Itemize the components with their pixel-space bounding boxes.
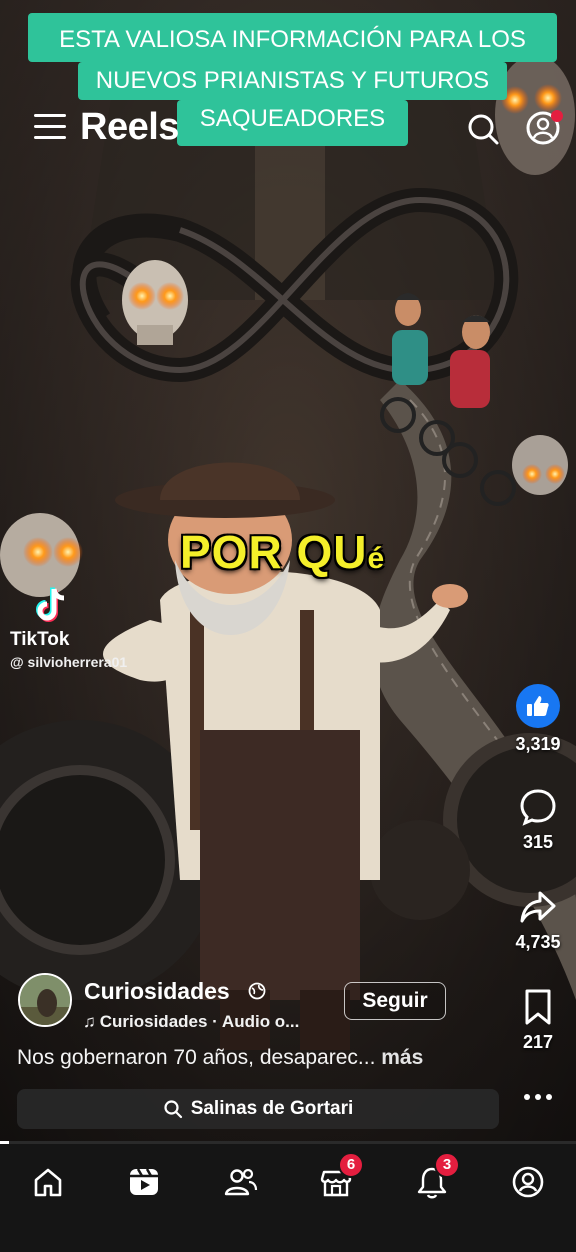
caption-line-3: SAQUEADORES bbox=[177, 100, 408, 146]
save-count: 217 bbox=[522, 1032, 554, 1052]
related-search-pill[interactable]: Salinas de Gortari bbox=[17, 1089, 499, 1129]
nav-notifications[interactable]: 3 bbox=[408, 1152, 460, 1204]
like-count: 3,319 bbox=[515, 734, 561, 754]
more-horizontal-icon bbox=[524, 1094, 552, 1100]
save-button[interactable]: 217 bbox=[498, 988, 576, 1053]
search-icon[interactable] bbox=[466, 112, 500, 146]
like-button[interactable]: 3,319 bbox=[498, 684, 576, 755]
marketplace-badge: 6 bbox=[338, 1152, 364, 1178]
video-subtitle-small: é bbox=[367, 542, 386, 575]
friends-icon bbox=[224, 1168, 258, 1196]
nav-marketplace[interactable]: 6 bbox=[312, 1152, 364, 1204]
bottom-navigation: 6 3 bbox=[0, 1144, 576, 1252]
nav-friends[interactable] bbox=[216, 1164, 264, 1204]
nav-profile[interactable] bbox=[504, 1164, 552, 1204]
comment-count: 315 bbox=[522, 832, 554, 852]
home-icon bbox=[34, 1168, 62, 1197]
more-options-button[interactable] bbox=[498, 1090, 576, 1104]
music-note-icon: ♫ bbox=[83, 1012, 96, 1031]
tiktok-username: @ silvioherrera01 bbox=[10, 654, 128, 670]
channel-name[interactable]: Curiosidades bbox=[84, 978, 230, 1005]
post-description[interactable]: Nos gobernaron 70 años, desaparec... más bbox=[17, 1046, 423, 1070]
more-link[interactable]: más bbox=[375, 1046, 423, 1069]
search-icon bbox=[164, 1100, 182, 1119]
comment-button[interactable]: 315 bbox=[498, 788, 576, 853]
related-search-label: Salinas de Gortari bbox=[190, 1098, 354, 1119]
tiktok-logo-icon bbox=[36, 587, 65, 622]
share-count: 4,735 bbox=[515, 932, 561, 952]
nav-home[interactable] bbox=[24, 1164, 72, 1204]
tiktok-app-name: TikTok bbox=[10, 629, 70, 650]
thumbs-up-icon bbox=[516, 684, 560, 728]
audio-info[interactable]: ♫ Curiosidades · Audio o... bbox=[83, 1012, 299, 1032]
description-text: Nos gobernaron 70 años, desaparec... bbox=[17, 1046, 376, 1069]
bookmark-icon bbox=[525, 989, 551, 1025]
profile-icon bbox=[512, 1166, 544, 1198]
nav-reels[interactable] bbox=[120, 1164, 168, 1204]
globe-icon bbox=[248, 982, 266, 1000]
video-subtitle-main: POR QU bbox=[180, 526, 368, 578]
notifications-badge: 3 bbox=[434, 1152, 460, 1178]
follow-button[interactable]: Seguir bbox=[344, 982, 446, 1020]
caption-line-1: ESTA VALIOSA INFORMACIÓN PARA LOS bbox=[28, 13, 557, 62]
video-subtitle: POR QUé bbox=[180, 525, 385, 579]
reels-icon bbox=[130, 1168, 158, 1195]
hamburger-menu-icon[interactable] bbox=[34, 114, 66, 142]
share-button[interactable]: 4,735 bbox=[498, 888, 576, 953]
comment-icon bbox=[520, 789, 556, 826]
notification-dot bbox=[551, 110, 563, 122]
audio-label: Curiosidades · Audio o... bbox=[99, 1012, 300, 1031]
channel-avatar[interactable] bbox=[18, 973, 72, 1027]
page-title: Reels bbox=[80, 106, 179, 148]
share-icon bbox=[520, 891, 556, 923]
caption-line-2: NUEVOS PRIANISTAS Y FUTUROS bbox=[78, 62, 507, 100]
